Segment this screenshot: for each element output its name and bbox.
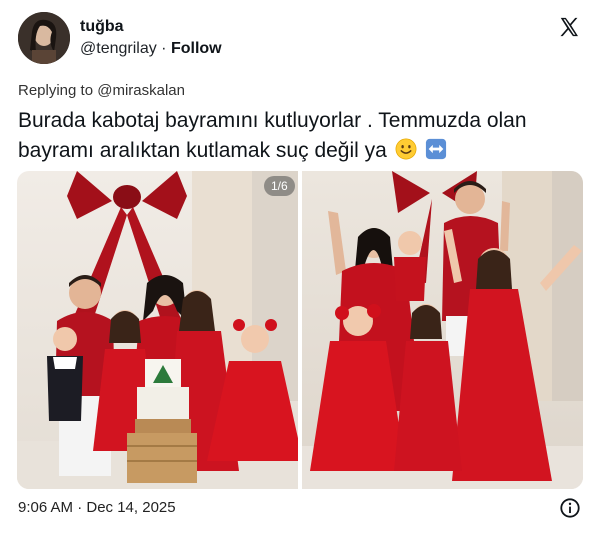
tweet-timestamp[interactable]: 9:06 AM · Dec 14, 2025: [18, 499, 176, 516]
avatar[interactable]: [18, 12, 70, 64]
handle-row: @tengrilay · Follow: [80, 40, 222, 58]
separator-dot: ·: [161, 40, 167, 57]
tweet-header: tuğba @tengrilay · Follow: [18, 12, 582, 68]
reply-mention-link[interactable]: @miraskalan: [97, 82, 185, 99]
reply-context: Replying to @miraskalan: [18, 82, 185, 99]
follow-button[interactable]: Follow: [171, 40, 222, 57]
photo-family-with-cake[interactable]: [17, 171, 298, 489]
media-gallery[interactable]: 1/6: [17, 171, 583, 489]
avatar-image: [18, 12, 70, 64]
info-icon[interactable]: [559, 497, 581, 519]
smiling-face-emoji-icon: [395, 138, 417, 160]
photo-family-celebrating[interactable]: [302, 171, 583, 489]
tweet-body: Burada kabotaj bayramını kutluyorlar . T…: [18, 109, 527, 162]
tweet-text: Burada kabotaj bayramını kutluyorlar . T…: [18, 106, 584, 166]
reply-prefix: Replying to: [18, 82, 94, 99]
left-right-arrow-emoji-icon: [425, 138, 446, 160]
user-handle[interactable]: @tengrilay: [80, 40, 157, 57]
display-name[interactable]: tuğba: [80, 18, 124, 36]
x-logo-icon[interactable]: [558, 16, 580, 38]
media-counter: 1/6: [264, 176, 295, 196]
